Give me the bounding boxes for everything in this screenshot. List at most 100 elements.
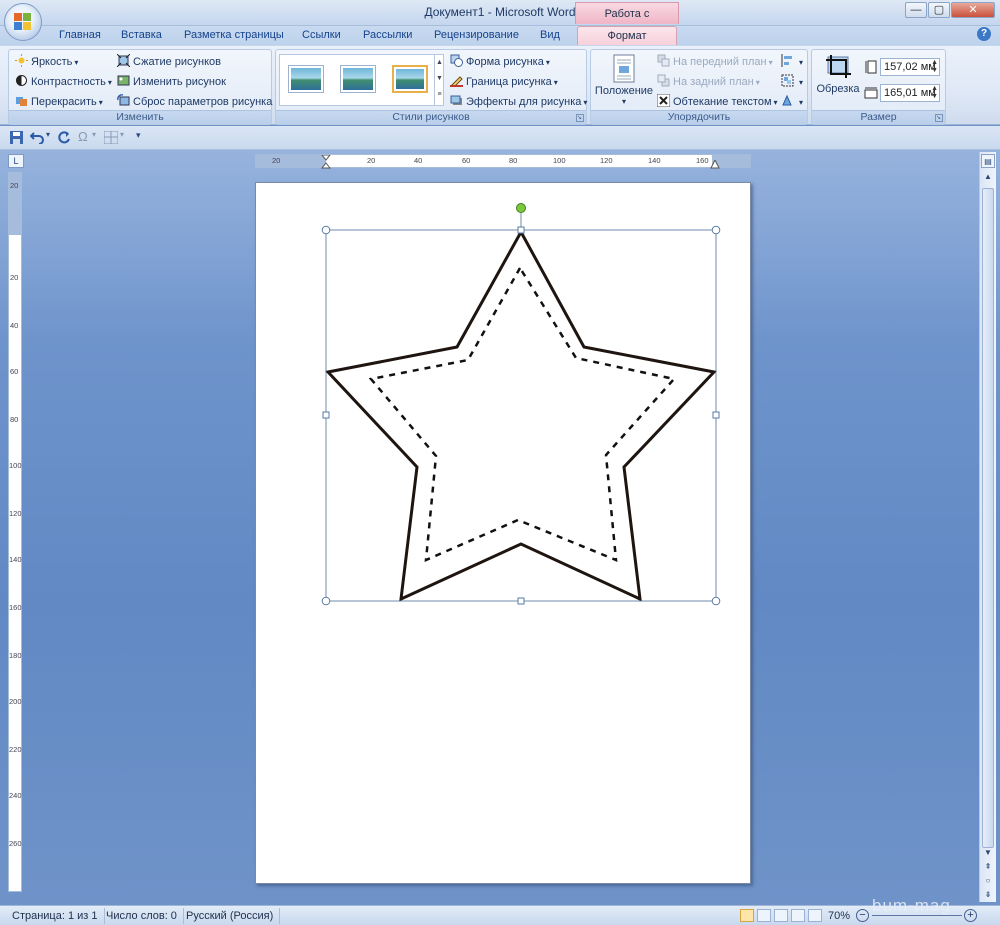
align-button[interactable]: ▾ [781,54,803,70]
help-icon[interactable]: ? [977,27,991,41]
recolor-button[interactable]: Перекрасить ▾ [15,94,103,110]
contrast-button[interactable]: Контрастность ▾ [15,74,112,90]
vertical-scrollbar[interactable]: ▤ ▲ ▼ ⇞ ○ ⇟ [979,152,996,902]
resize-handle-bottom-right[interactable] [711,596,721,606]
scroll-down-icon[interactable]: ▼ [981,846,995,860]
crop-button[interactable]: Обрезка [816,54,860,104]
tab-page-layout[interactable]: Разметка страницы [184,29,284,41]
office-button[interactable] [4,3,42,41]
width-input[interactable]: 165,01 мм ▲ ▼ [880,84,940,102]
reset-picture-button[interactable]: Сброс параметров рисунка [117,94,272,110]
outline-view-icon[interactable] [791,909,805,922]
compress-pictures-button[interactable]: Сжатие рисунков [117,54,221,70]
ruler-tick: 20 [10,273,19,282]
picture-shape-button[interactable]: Форма рисунка ▾ [450,54,550,70]
right-indent-marker-icon[interactable] [710,160,720,169]
next-page-icon[interactable]: ⇟ [981,888,995,902]
zoom-out-icon[interactable]: − [856,909,869,922]
vertical-ruler[interactable]: 20 20 40 60 80 100 120 140 160 180 200 2… [8,172,22,892]
title-bar: Документ1 - Microsoft Word Работа с рису… [0,0,1000,42]
language-status[interactable]: Русский (Россия) [180,908,281,924]
text-wrap-icon [657,94,670,107]
rotate-button[interactable]: ▾ [781,94,803,110]
group-adjust: Яркость ▾ Контрастность ▾ Перекрасить ▾ Сжа… [8,49,272,125]
browse-object-icon[interactable]: ○ [981,874,995,888]
tab-view[interactable]: Вид [540,29,560,41]
send-to-back-button[interactable]: На задний план ▾ [657,74,760,90]
full-screen-view-icon[interactable] [757,909,771,922]
sun-icon [15,54,28,67]
tab-review[interactable]: Рецензирование [434,29,519,41]
spinner-arrows-icon[interactable]: ▲ ▼ [931,85,938,101]
customize-toolbar-icon[interactable]: ▾ [136,130,141,141]
ribbon-tabs: Главная Вставка Разметка страницы Ссылки… [0,26,1000,45]
web-layout-view-icon[interactable] [774,909,788,922]
brightness-button[interactable]: Яркость ▾ [15,54,78,70]
style-thumbnail-1[interactable] [288,65,324,93]
symbol-dropdown-icon[interactable]: ▾ [92,130,96,139]
word-count-status[interactable]: Число слов: 0 [100,908,184,924]
dropdown-arrow-icon: ▾ [773,98,778,107]
undo-icon[interactable] [30,131,44,144]
ruler-toggle-icon[interactable]: L [8,154,24,168]
star-picture[interactable] [320,200,724,610]
tab-home[interactable]: Главная [59,29,101,41]
gallery-scroll[interactable]: ▲ ▼ ≡ [434,55,444,105]
resize-handle-top[interactable] [517,226,525,234]
office-logo-icon [14,13,32,31]
table-dropdown-icon[interactable]: ▾ [120,130,124,139]
picture-border-button[interactable]: Граница рисунка ▾ [450,74,558,90]
position-button[interactable]: Положение ▾ [593,52,655,110]
indent-marker-icon[interactable] [321,155,331,169]
spinner-arrows-icon[interactable]: ▲ ▼ [931,59,938,75]
dialog-launcher-icon[interactable]: ↘ [935,114,943,122]
undo-dropdown-icon[interactable]: ▾ [46,130,50,139]
scroll-up-icon[interactable]: ▲ [981,170,995,184]
tab-references[interactable]: Ссылки [302,29,341,41]
save-icon[interactable] [10,131,23,144]
picture-border-label: Граница рисунка [466,76,552,88]
style-thumbnail-2[interactable] [340,65,376,93]
print-layout-view-icon[interactable] [740,909,754,922]
tab-mailings[interactable]: Рассылки [363,29,412,41]
dialog-launcher-icon[interactable]: ↘ [576,114,584,122]
table-icon[interactable] [104,131,118,144]
view-ruler-icon[interactable]: ▤ [981,154,995,168]
symbol-omega-icon[interactable]: Ω [78,129,88,144]
maximize-button[interactable]: ▢ [928,2,950,18]
ruler-tick: 60 [462,156,471,165]
resize-handle-bottom-left[interactable] [321,596,331,606]
resize-handle-right[interactable] [712,411,720,419]
zoom-in-icon[interactable]: + [964,909,977,922]
view-buttons [740,909,822,923]
minimize-button[interactable]: — [905,2,927,18]
watermark: bum-mag [872,896,951,915]
text-wrapping-button[interactable]: Обтекание текстом ▾ [657,94,778,110]
bring-to-front-button[interactable]: На передний план ▾ [657,54,773,70]
rotation-handle[interactable] [516,203,526,213]
previous-page-icon[interactable]: ⇞ [981,860,995,874]
group-picture-styles: ▲ ▼ ≡ Форма рисунка ▾ Граница рисунка ▾ Эффе… [275,49,587,125]
resize-handle-left[interactable] [322,411,330,419]
tab-format[interactable]: Формат [577,26,677,46]
brightness-label: Яркость [31,56,73,68]
zoom-level[interactable]: 70% [828,908,850,924]
close-button[interactable]: ✕ [951,2,995,18]
repeat-icon[interactable] [58,131,71,144]
tab-insert[interactable]: Вставка [121,29,162,41]
height-input[interactable]: 157,02 мм ▲ ▼ [880,58,940,76]
resize-handle-bottom[interactable] [517,597,525,605]
group-objects-button[interactable]: ▾ [781,74,803,90]
page-count-status[interactable]: Страница: 1 из 1 [6,908,105,924]
style-thumbnail-3[interactable] [392,65,428,93]
ruler-tick: 180 [9,651,22,660]
ribbon: Яркость ▾ Контрастность ▾ Перекрасить ▾ Сжа… [0,45,1000,125]
draft-view-icon[interactable] [808,909,822,922]
horizontal-ruler[interactable]: 20 20 40 60 80 100 120 140 160 [255,154,751,169]
ruler-tick: 160 [696,156,709,165]
change-picture-button[interactable]: Изменить рисунок [117,74,226,90]
resize-handle-top-left[interactable] [321,225,331,235]
resize-handle-top-right[interactable] [711,225,721,235]
picture-effects-button[interactable]: Эффекты для рисунка ▾ [450,94,587,110]
scroll-thumb[interactable] [982,188,994,848]
